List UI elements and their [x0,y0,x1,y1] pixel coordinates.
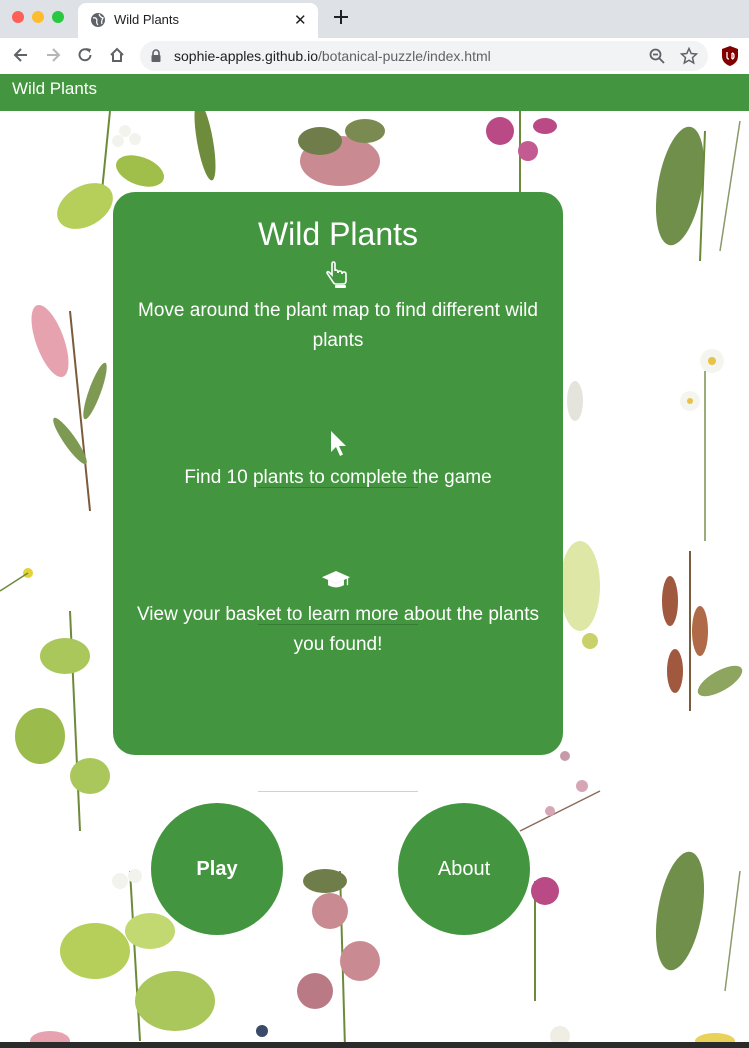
bookmark-star-icon[interactable] [680,47,698,65]
pointing-hand-icon [326,261,347,288]
browser-toolbar: sophie-apples.github.io/botanical-puzzle… [0,38,749,75]
tab-title: Wild Plants [114,12,180,27]
web-page: Wild Plants Wild Plants Move around the … [0,74,749,1048]
lock-icon [151,49,161,62]
forward-icon[interactable] [44,46,62,64]
browser-tab[interactable]: Wild Plants ✕ [78,3,318,38]
instruction-text-basket: View your basket to learn more about the… [136,604,540,655]
instruction-text-find: Find 10 plants to complete the game [184,467,492,488]
browser-chrome: Wild Plants ✕ sophie-apples.github.io/bo… [0,0,749,75]
url-text[interactable]: sophie-apples.github.io/botanical-puzzle… [174,48,491,64]
tab-close-button[interactable]: ✕ [294,11,307,29]
play-button[interactable]: Play [151,803,283,935]
about-button[interactable]: About [398,803,530,935]
ublock-extension-icon[interactable] [720,45,740,67]
reload-icon[interactable] [76,46,94,64]
card-title: Wild Plants [257,216,419,252]
site-navbar: Wild Plants [0,74,749,111]
maximize-window-button[interactable] [52,11,64,23]
minimize-window-button[interactable] [32,11,44,23]
globe-icon [91,13,105,27]
instruction-divider [258,791,418,792]
back-icon[interactable] [12,46,30,64]
site-brand-link[interactable]: Wild Plants [12,79,97,99]
cursor-arrow-icon [331,431,346,456]
instruction-text-explore: Move around the plant map to find differ… [138,300,538,351]
graduation-cap-icon [321,571,351,588]
instructions-card: Wild Plants Move around the plant map to… [113,192,563,792]
zoom-icon[interactable] [648,47,666,65]
tab-strip: Wild Plants ✕ [0,0,749,38]
new-tab-button[interactable] [332,8,350,26]
url-path: /botanical-puzzle/index.html [318,48,491,64]
home-icon[interactable] [108,46,126,64]
close-window-button[interactable] [12,11,24,23]
url-host: sophie-apples.github.io [174,48,318,64]
address-bar[interactable]: sophie-apples.github.io/botanical-puzzle… [140,41,708,71]
window-bottom-edge [0,1042,749,1048]
